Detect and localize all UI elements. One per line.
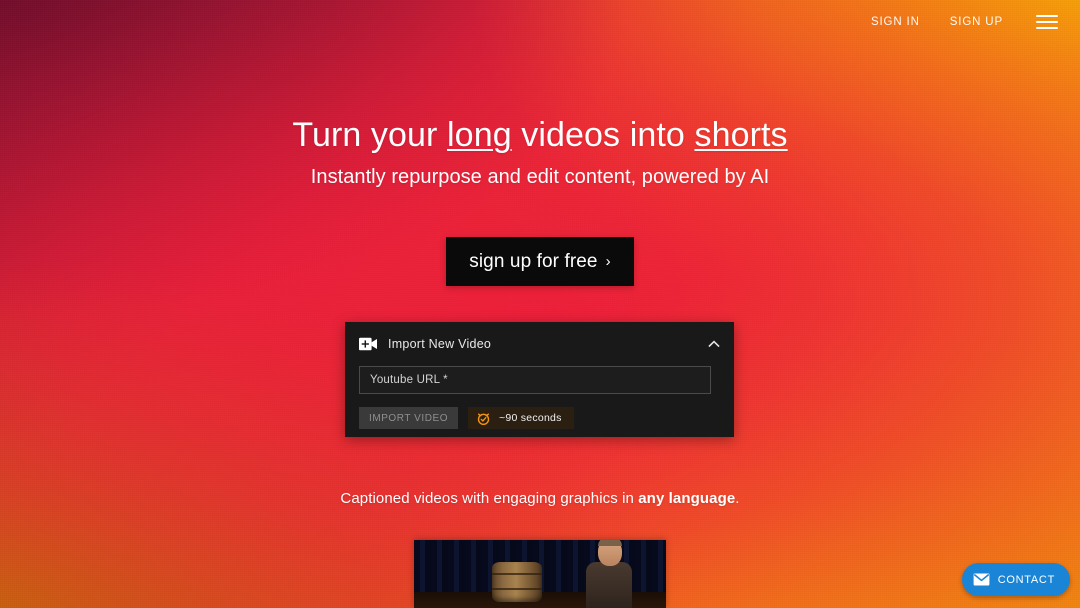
hamburger-menu-icon[interactable] bbox=[1034, 11, 1060, 33]
alarm-clock-icon bbox=[477, 412, 490, 425]
barrel-prop bbox=[492, 562, 542, 602]
cta-label: sign up for free bbox=[469, 250, 598, 272]
video-thumbnail[interactable] bbox=[414, 540, 666, 608]
import-panel-header: Import New Video bbox=[345, 322, 734, 366]
sign-in-link[interactable]: SIGN IN bbox=[862, 10, 929, 34]
sign-up-link[interactable]: SIGN UP bbox=[941, 10, 1012, 34]
page-title: Turn your long videos into shorts bbox=[0, 116, 1080, 155]
video-add-icon bbox=[359, 337, 377, 351]
hamburger-line bbox=[1036, 21, 1058, 23]
headline-text-2: videos into bbox=[511, 116, 695, 154]
envelope-icon bbox=[973, 573, 990, 586]
import-panel-title: Import New Video bbox=[388, 337, 492, 351]
caption-text-after: . bbox=[735, 490, 740, 507]
speaker-body bbox=[586, 562, 632, 608]
caption-text-bold: any language bbox=[638, 490, 736, 507]
speaker-hair bbox=[598, 540, 622, 546]
hamburger-line bbox=[1036, 27, 1058, 29]
duration-text: ~90 seconds bbox=[499, 412, 562, 424]
chevron-right-icon: › bbox=[605, 253, 611, 271]
caption-text-before: Captioned videos with engaging graphics … bbox=[340, 490, 639, 507]
headline-emphasis-long: long bbox=[447, 116, 512, 154]
import-video-button[interactable]: IMPORT VIDEO bbox=[359, 407, 459, 429]
import-panel-actions: IMPORT VIDEO ~90 seconds bbox=[359, 407, 720, 429]
headline-text-1: Turn your bbox=[292, 116, 448, 154]
top-navigation-bar: SIGN IN SIGN UP bbox=[0, 0, 1080, 44]
chevron-up-icon[interactable] bbox=[706, 336, 722, 352]
import-video-panel: Import New Video IMPORT VIDEO ~90 second… bbox=[345, 322, 734, 437]
headline-emphasis-shorts: shorts bbox=[694, 116, 788, 154]
landing-page: SIGN IN SIGN UP Turn your long videos in… bbox=[0, 0, 1080, 608]
contact-button[interactable]: CONTACT bbox=[961, 563, 1070, 596]
contact-label: CONTACT bbox=[997, 573, 1055, 586]
feature-caption: Captioned videos with engaging graphics … bbox=[0, 490, 1080, 507]
hamburger-line bbox=[1036, 15, 1058, 17]
youtube-url-input[interactable] bbox=[359, 366, 711, 394]
sign-up-for-free-button[interactable]: sign up for free › bbox=[446, 237, 634, 287]
page-subtitle: Instantly repurpose and edit content, po… bbox=[310, 166, 770, 189]
cta-container: sign up for free › bbox=[0, 237, 1080, 287]
duration-badge: ~90 seconds bbox=[468, 407, 574, 429]
